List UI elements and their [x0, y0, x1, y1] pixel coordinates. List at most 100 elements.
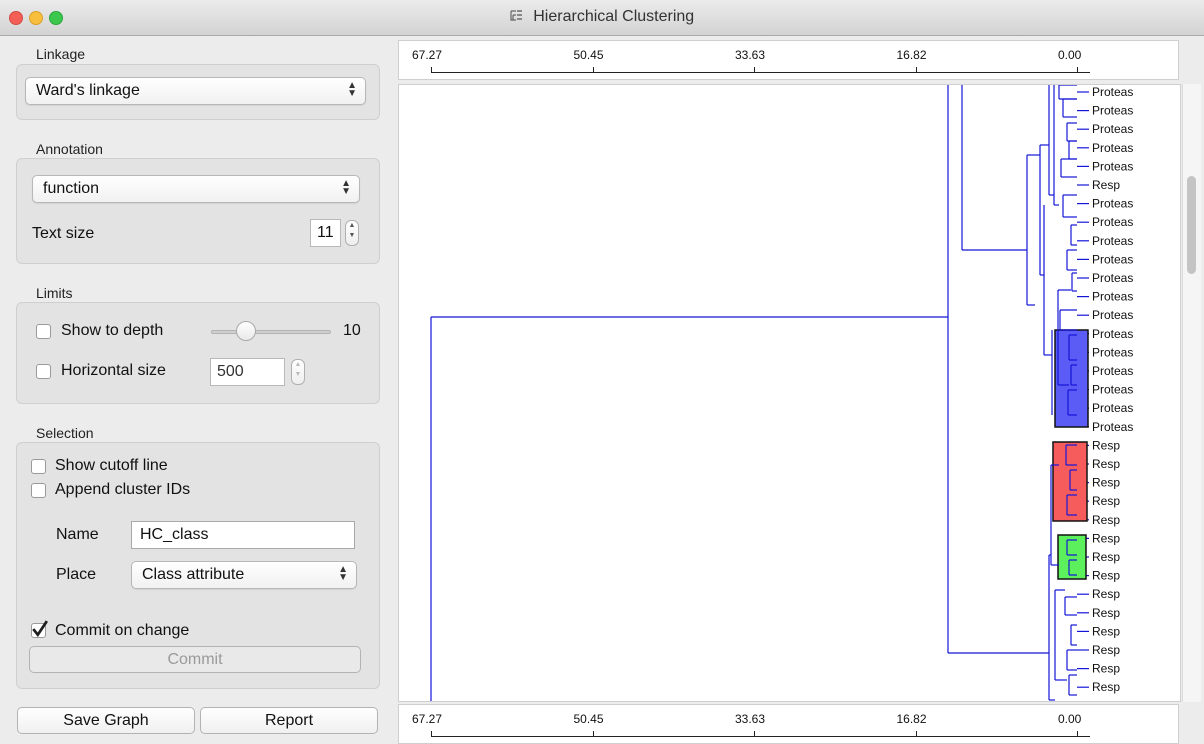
- bottom-axis-tick-label: 50.45: [573, 712, 604, 726]
- linkage-group-title: Linkage: [36, 46, 86, 62]
- top-axis-tick: [592, 67, 594, 72]
- bottom-axis-tick-label: 67.27: [412, 712, 443, 726]
- leaf-label: Resp: [1092, 178, 1120, 192]
- scrollbar-thumb[interactable]: [1187, 176, 1196, 274]
- top-axis-line: [431, 72, 1090, 73]
- linkage-select-value: Ward's linkage: [36, 82, 140, 99]
- horizontal-size-input[interactable]: 500: [210, 358, 285, 386]
- place-select-value: Class attribute: [142, 566, 245, 583]
- annotation-select[interactable]: function ▲ ▼: [32, 175, 360, 203]
- annotation-select-value: function: [43, 180, 100, 197]
- leaf-label: Resp: [1092, 476, 1120, 490]
- leaf-label: Proteas: [1092, 252, 1133, 266]
- text-size-input[interactable]: 11: [310, 219, 341, 247]
- name-field[interactable]: HC_class: [131, 521, 355, 549]
- leaf-label: Proteas: [1092, 104, 1133, 118]
- top-axis-tick: [431, 67, 432, 72]
- selection-group-title: Selection: [36, 425, 94, 441]
- text-size-label: Text size: [32, 225, 95, 242]
- leaf-label: Resp: [1092, 550, 1120, 564]
- report-button[interactable]: Report: [200, 707, 378, 734]
- bottom-axis-tick-label: 0.00: [1058, 712, 1082, 726]
- leaf-label: Proteas: [1092, 401, 1133, 415]
- horizontal-size-stepper[interactable]: ▲ ▼: [291, 359, 305, 385]
- top-axis-tick-label: 16.82: [896, 48, 927, 62]
- top-axis-tick-label: 50.45: [573, 48, 604, 62]
- hierarchy-icon: [510, 10, 522, 21]
- linkage-select[interactable]: Ward's linkage ▲ ▼: [25, 77, 366, 105]
- bottom-axis-tick: [431, 731, 432, 736]
- leaf-label: Proteas: [1092, 364, 1133, 378]
- bottom-axis-tick: [1077, 731, 1078, 736]
- show-cutoff-checkbox[interactable]: [31, 459, 46, 474]
- commit-on-change-label: Commit on change: [55, 622, 190, 639]
- top-axis-tick-label: 33.63: [735, 48, 766, 62]
- leaf-label: Resp: [1092, 457, 1120, 471]
- append-cluster-ids-label: Append cluster IDs: [55, 481, 191, 498]
- limits-group-title: Limits: [36, 285, 73, 301]
- save-graph-button[interactable]: Save Graph: [17, 707, 195, 734]
- depth-slider-track: [211, 330, 331, 334]
- top-axis-tick: [754, 67, 755, 72]
- window-title: Hierarchical Clustering: [0, 8, 1204, 26]
- depth-slider[interactable]: [211, 321, 331, 343]
- leaf-label: Resp: [1092, 569, 1120, 583]
- leaf-label: Proteas: [1092, 159, 1133, 173]
- leaf-label: Resp: [1092, 662, 1120, 676]
- top-axis-tick-label: 0.00: [1058, 48, 1082, 62]
- leaf-label: Proteas: [1092, 420, 1133, 434]
- commit-on-change-checkbox[interactable]: [31, 620, 48, 638]
- leaf-label: Proteas: [1092, 141, 1133, 155]
- leaf-label: Resp: [1092, 606, 1120, 620]
- leaf-label: Resp: [1092, 438, 1120, 452]
- leaf-label: Resp: [1092, 494, 1120, 508]
- depth-value: 10: [343, 322, 361, 339]
- show-depth-label: Show to depth: [61, 322, 164, 339]
- bottom-axis-tick: [915, 731, 917, 736]
- leaf-label: Proteas: [1092, 327, 1133, 341]
- horizontal-size-label: Horizontal size: [61, 362, 166, 379]
- place-select[interactable]: Class attribute ▲ ▼: [131, 561, 357, 589]
- leaf-label: Proteas: [1092, 85, 1133, 99]
- leaf-label: Proteas: [1092, 234, 1133, 248]
- leaf-label: Resp: [1092, 624, 1120, 638]
- leaf-label: Resp: [1092, 513, 1120, 527]
- text-size-stepper[interactable]: ▲ ▼: [345, 220, 359, 246]
- leaf-label: Proteas: [1092, 345, 1133, 359]
- show-depth-checkbox[interactable]: [36, 324, 51, 339]
- leaf-label: Resp: [1092, 531, 1120, 545]
- top-axis-tick-label: 67.27: [412, 48, 443, 62]
- select-arrows-icon: ▲ ▼: [338, 564, 348, 583]
- top-axis-tick: [1077, 67, 1078, 72]
- leaf-label: Resp: [1092, 643, 1120, 657]
- checkmark-icon: [32, 620, 48, 638]
- leaf-label: Proteas: [1092, 122, 1133, 136]
- horizontal-size-checkbox[interactable]: [36, 364, 51, 379]
- leaf-label: Proteas: [1092, 308, 1133, 322]
- dendrogram-canvas[interactable]: Proteas Proteas Proteas Proteas Proteas Resp P…: [398, 84, 1181, 702]
- bottom-axis-line: [431, 736, 1090, 737]
- leaf-label: Resp: [1092, 680, 1120, 694]
- depth-slider-thumb[interactable]: [236, 321, 256, 341]
- limits-group: [16, 302, 380, 404]
- show-cutoff-label: Show cutoff line: [55, 457, 168, 474]
- selected-cluster-green[interactable]: [1057, 534, 1087, 580]
- commit-button[interactable]: Commit: [29, 646, 361, 673]
- bottom-axis-tick-label: 16.82: [896, 712, 927, 726]
- append-cluster-ids-checkbox[interactable]: [31, 483, 46, 498]
- title-bar: Hierarchical Clustering: [0, 0, 1204, 36]
- leaf-label: Proteas: [1092, 197, 1133, 211]
- top-axis-tick: [915, 67, 917, 72]
- vertical-scrollbar[interactable]: [1182, 84, 1201, 702]
- bottom-axis-tick: [592, 731, 594, 736]
- name-label: Name: [56, 526, 99, 543]
- leaf-label: Proteas: [1092, 290, 1133, 304]
- leaf-label: Resp: [1092, 587, 1120, 601]
- window-title-text: Hierarchical Clustering: [533, 8, 695, 25]
- dendrogram[interactable]: Proteas Proteas Proteas Proteas Proteas Resp P…: [399, 85, 1181, 702]
- select-arrows-icon: ▲ ▼: [347, 80, 357, 99]
- select-arrows-icon: ▲ ▼: [341, 178, 351, 197]
- annotation-group-title: Annotation: [36, 141, 103, 157]
- annotation-group: [16, 158, 380, 264]
- bottom-axis-tick-label: 33.63: [735, 712, 766, 726]
